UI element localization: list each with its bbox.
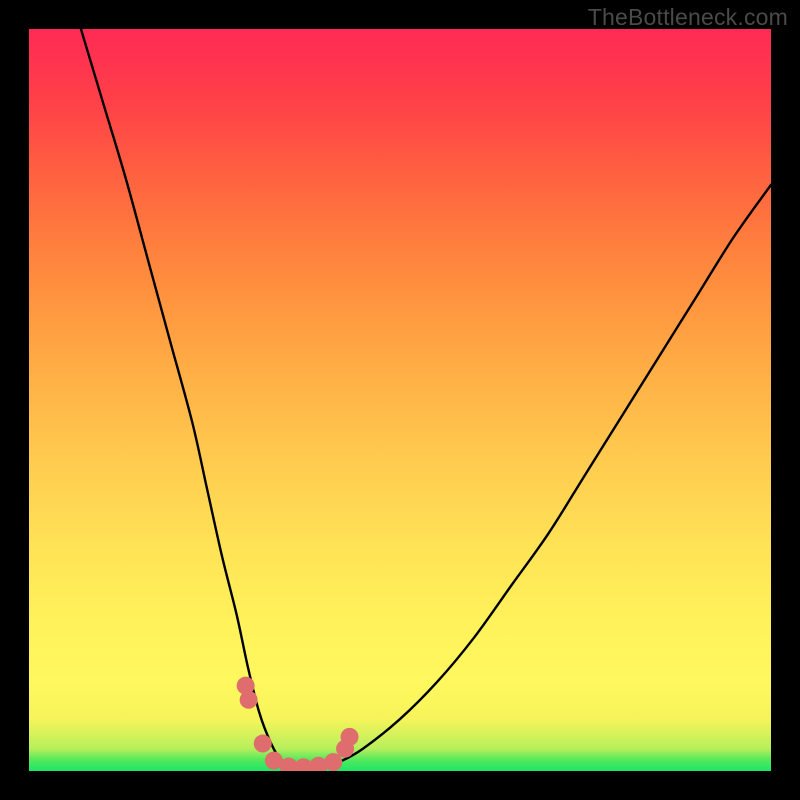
outer-frame: TheBottleneck.com [0,0,800,800]
curve-marker [254,735,272,753]
bottleneck-chart [29,29,771,771]
curve-marker [341,728,359,746]
marker-group [237,677,359,771]
watermark-text: TheBottleneck.com [588,4,788,31]
bottleneck-curve-line [81,29,771,767]
plot-area [29,29,771,771]
curve-marker [240,691,258,709]
